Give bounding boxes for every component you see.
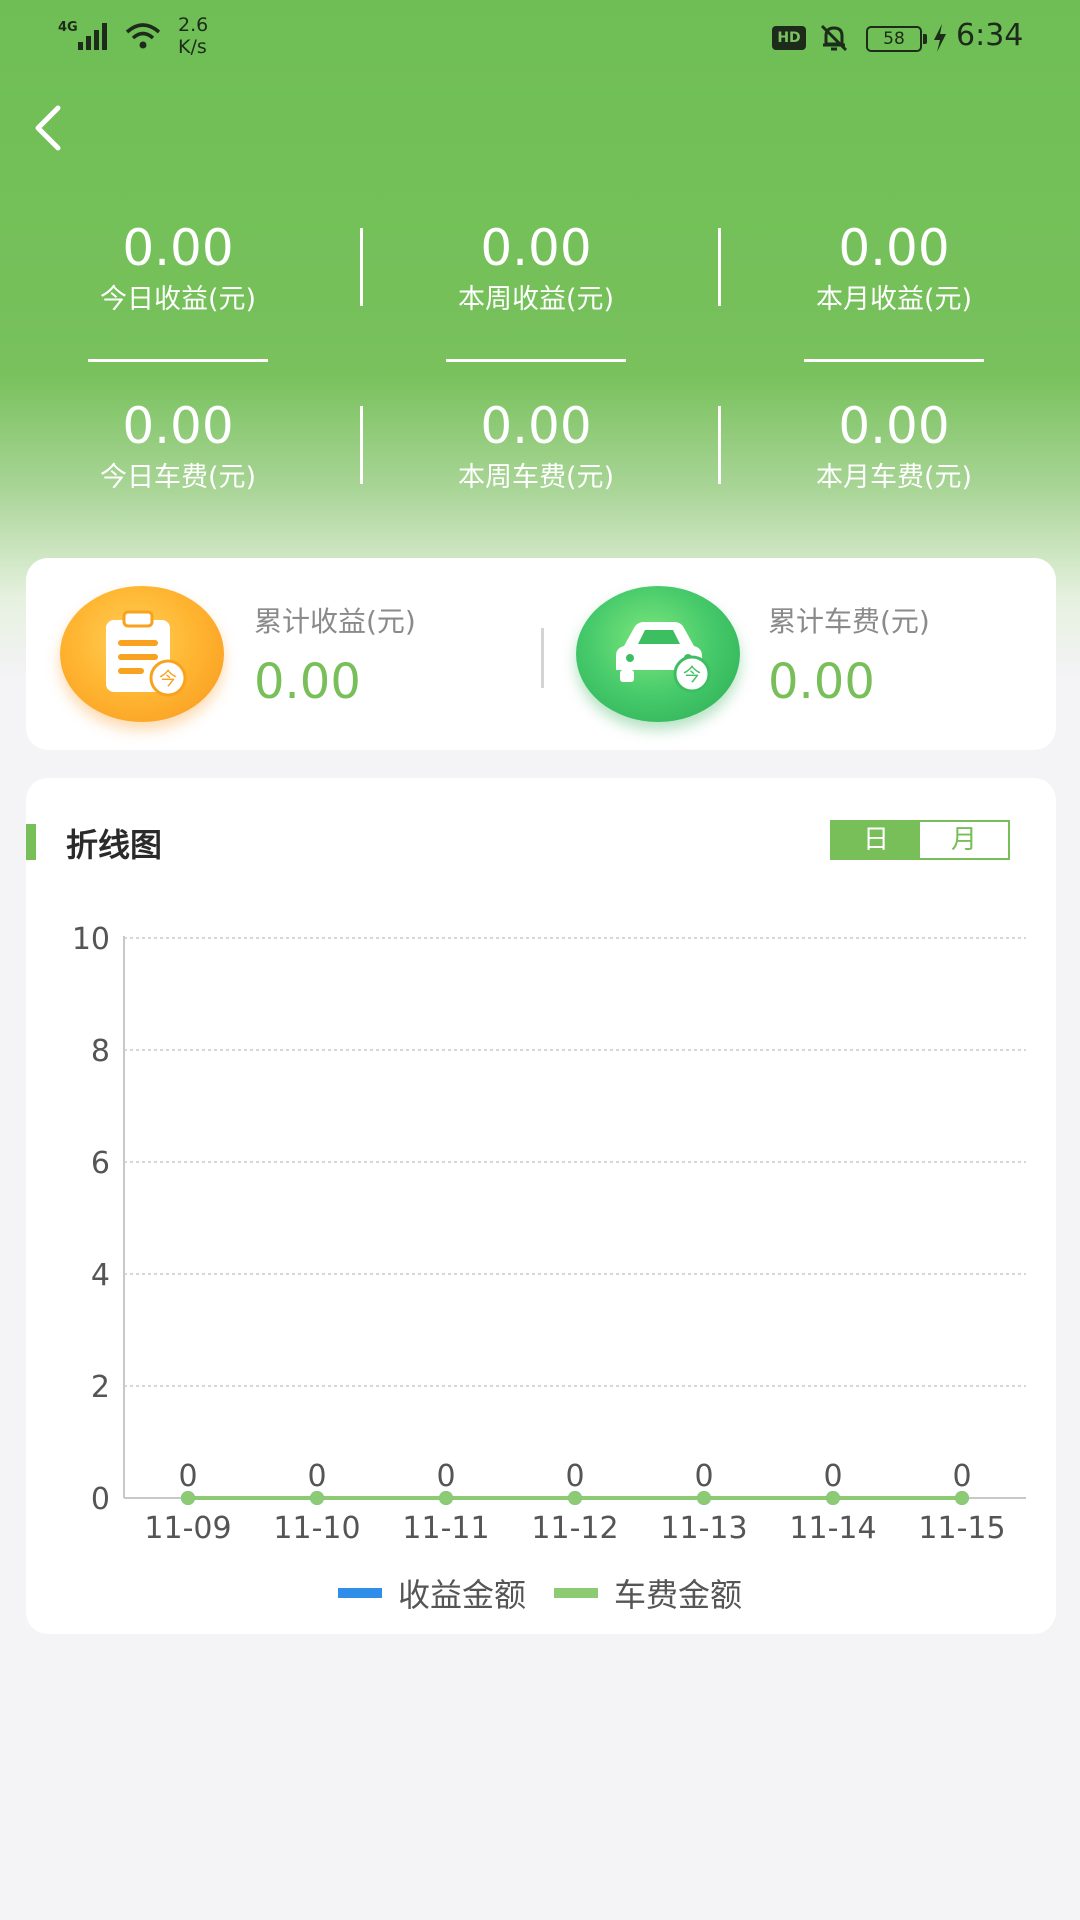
data-label: 0	[565, 1459, 584, 1494]
y-tick-label: 10	[72, 922, 110, 957]
legend-item-income: 收益金额	[337, 1570, 526, 1616]
y-tick-label: 2	[91, 1370, 110, 1405]
legend-item-fare: 车费金额	[554, 1570, 742, 1616]
x-tick-label: 11-14	[789, 1511, 876, 1546]
legend-label-fare: 车费金额	[614, 1576, 743, 1614]
x-tick-label: 11-13	[660, 1511, 747, 1546]
app-root: 4G 2.6 K/s HD 58 6:34 0.00 今日收益(元) 0.00 …	[0, 0, 1080, 1920]
data-label: 0	[178, 1459, 197, 1494]
chart-legend: 收益金额 车费金额	[0, 1570, 1080, 1616]
x-tick-label: 11-12	[531, 1511, 618, 1546]
data-label: 0	[307, 1459, 326, 1494]
legend-swatch-income	[337, 1588, 382, 1598]
x-tick-label: 11-09	[144, 1511, 231, 1546]
x-tick-label: 11-11	[402, 1511, 489, 1546]
legend-label-income: 收益金额	[397, 1576, 526, 1614]
y-tick-label: 0	[91, 1482, 110, 1517]
x-tick-label: 11-10	[273, 1511, 360, 1546]
y-tick-label: 6	[91, 1146, 110, 1181]
data-label: 0	[436, 1459, 455, 1494]
data-label: 0	[952, 1459, 971, 1494]
data-label: 0	[823, 1459, 842, 1494]
legend-swatch-fare	[554, 1588, 598, 1598]
y-tick-label: 4	[91, 1258, 110, 1293]
data-label: 0	[694, 1459, 713, 1494]
line-chart: 0 2 4 6 8 10 11-09 11-10 11-11 11-12 11-13 11-14 11-…	[72, 922, 1026, 1546]
x-tick-label: 11-15	[918, 1511, 1005, 1546]
y-tick-label: 8	[91, 1034, 110, 1069]
